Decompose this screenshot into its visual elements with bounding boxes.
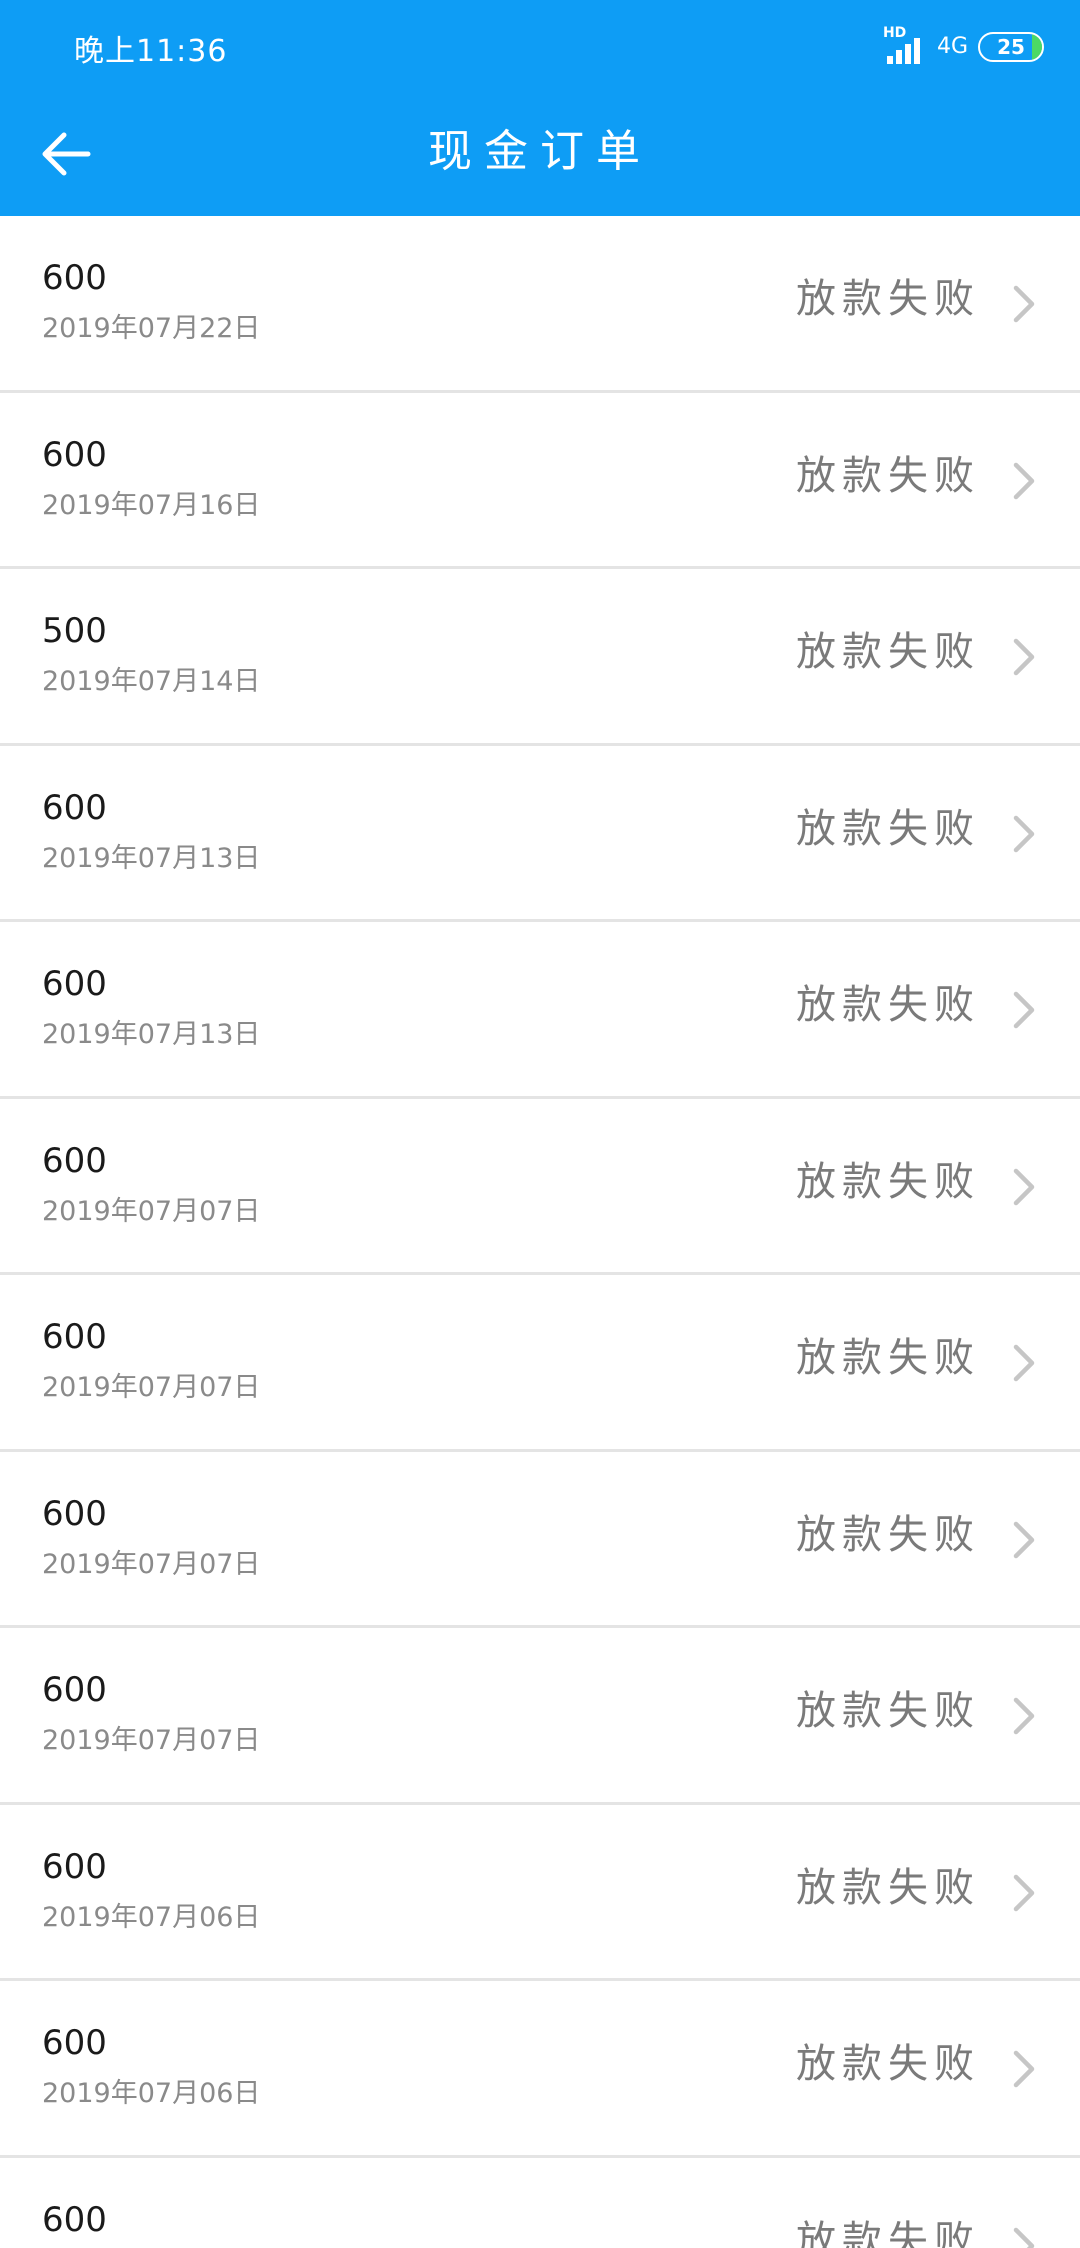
order-status: 放款失败	[796, 1864, 980, 1911]
order-amount: 600	[42, 2199, 107, 2240]
chevron-right-icon	[1013, 815, 1035, 852]
order-amount: 600	[42, 964, 107, 1004]
order-date: 2019年07月13日	[42, 842, 261, 874]
order-date: 2019年07月16日	[42, 489, 261, 521]
order-date: 2019年07月06日	[42, 2078, 261, 2109]
order-amount: 600	[42, 1670, 107, 1710]
order-date: 2019年07月07日	[42, 1372, 261, 1403]
chevron-right-icon	[1013, 2227, 1035, 2248]
chevron-right-icon	[1013, 2050, 1035, 2088]
chevron-right-icon	[1013, 1874, 1035, 1911]
chevron-right-icon	[1013, 1344, 1035, 1382]
order-date: 2019年07月07日	[42, 1725, 261, 1756]
chevron-right-icon	[1013, 991, 1035, 1029]
order-row[interactable]: 600 2019年07月13日 放款失败	[0, 745, 1080, 922]
order-row[interactable]: 600 放款失败	[0, 2157, 1080, 2248]
order-amount: 600	[42, 1493, 107, 1534]
order-row[interactable]: 600 2019年07月22日 放款失败	[0, 216, 1080, 393]
order-row[interactable]: 600 2019年07月06日 放款失败	[0, 1981, 1080, 2158]
order-status: 放款失败	[796, 2217, 980, 2248]
order-status: 放款失败	[796, 1158, 980, 1205]
order-row[interactable]: 500 2019年07月14日 放款失败	[0, 569, 1080, 746]
order-list: 600 2019年07月22日 放款失败 600 2019年07月16日 放款失…	[0, 216, 1080, 2248]
order-status: 放款失败	[796, 629, 980, 675]
network-type: 4G	[936, 34, 968, 59]
order-status: 放款失败	[796, 2041, 980, 2087]
order-amount: 600	[42, 434, 107, 475]
order-amount: 600	[42, 2023, 107, 2063]
chevron-right-icon	[1013, 462, 1035, 499]
order-date: 2019年07月07日	[42, 1548, 261, 1580]
chevron-right-icon	[1013, 1697, 1035, 1735]
order-status: 放款失败	[796, 982, 980, 1028]
chevron-right-icon	[1013, 1521, 1035, 1558]
order-date: 2019年07月13日	[42, 1019, 261, 1050]
order-date: 2019年07月14日	[42, 666, 261, 697]
order-row[interactable]: 600 2019年07月06日 放款失败	[0, 1804, 1080, 1981]
status-time: 晚上11:36	[74, 34, 228, 69]
chevron-right-icon	[1013, 638, 1035, 676]
chevron-right-icon	[1013, 285, 1035, 323]
order-row[interactable]: 600 2019年07月07日 放款失败	[0, 1275, 1080, 1452]
order-status: 放款失败	[796, 1511, 980, 1558]
battery-icon: 25	[978, 32, 1044, 62]
order-row[interactable]: 600 2019年07月07日 放款失败	[0, 1098, 1080, 1275]
order-status: 放款失败	[796, 1688, 980, 1734]
order-amount: 600	[42, 1317, 107, 1357]
order-status: 放款失败	[796, 276, 980, 322]
order-status: 放款失败	[796, 452, 980, 499]
page-title: 现金订单	[428, 126, 652, 177]
status-bar: 晚上11:36 HD 4G 25	[0, 0, 1080, 92]
order-status: 放款失败	[796, 1335, 980, 1381]
order-amount: 600	[42, 258, 107, 298]
order-row[interactable]: 600 2019年07月16日 放款失败	[0, 392, 1080, 569]
order-row[interactable]: 600 2019年07月07日 放款失败	[0, 1451, 1080, 1628]
order-status: 放款失败	[796, 805, 980, 852]
order-date: 2019年07月22日	[42, 313, 261, 344]
signal-icon: HD	[883, 26, 927, 64]
app-header: 晚上11:36 HD 4G 25 现金订单	[0, 0, 1080, 216]
order-amount: 600	[42, 1140, 107, 1181]
order-amount: 500	[42, 611, 107, 651]
order-amount: 600	[42, 1846, 107, 1887]
order-amount: 600	[42, 787, 107, 828]
order-date: 2019年07月07日	[42, 1195, 261, 1227]
order-row[interactable]: 600 2019年07月07日 放款失败	[0, 1628, 1080, 1805]
nav-bar: 现金订单	[0, 92, 1080, 216]
chevron-right-icon	[1013, 1168, 1035, 1205]
status-icons: HD 4G 25	[883, 26, 1044, 68]
battery-level: 25	[997, 35, 1025, 59]
order-row[interactable]: 600 2019年07月13日 放款失败	[0, 922, 1080, 1099]
order-date: 2019年07月06日	[42, 1901, 261, 1933]
